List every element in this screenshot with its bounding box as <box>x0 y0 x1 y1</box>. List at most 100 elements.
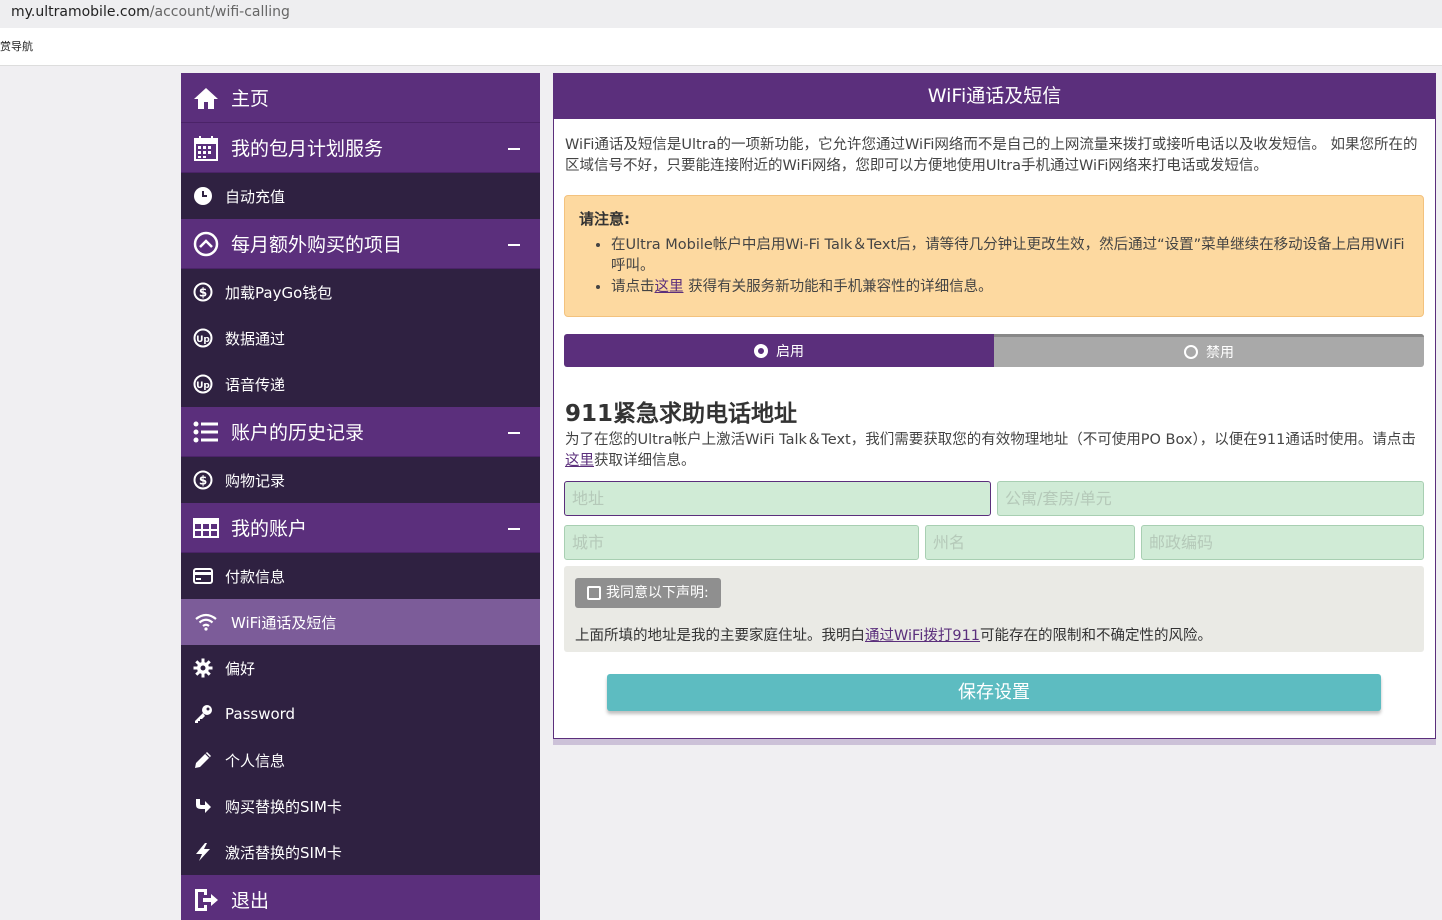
svg-text:$: $ <box>199 474 207 488</box>
up-circle-icon: Up <box>193 328 213 348</box>
sidebar-item-label: 账户的历史记录 <box>231 422 365 444</box>
desc-text: 获取详细信息。 <box>594 453 696 469</box>
notice-box: 请注意: 在Ultra Mobile帐户中启用Wi-Fi Talk＆Text后，… <box>564 195 1424 317</box>
panel-title: WiFi通话及短信 <box>554 74 1435 119</box>
collapse-icon[interactable] <box>508 243 520 246</box>
sidebar-item-buy-sim[interactable]: 购买替换的SIM卡 <box>181 783 540 829</box>
checkbox-icon <box>587 586 601 600</box>
sidebar-item-label: 购买替换的SIM卡 <box>225 797 342 816</box>
sidebar-item-label: 每月额外购买的项目 <box>231 234 403 256</box>
lightning-icon <box>193 842 213 862</box>
share-arrow-icon <box>193 796 213 816</box>
sidebar-section-account[interactable]: 我的账户 <box>181 503 540 553</box>
sidebar-item-label: 偏好 <box>225 659 256 678</box>
sidebar-item-label: 加载PayGo钱包 <box>225 283 333 302</box>
pencil-icon <box>193 750 213 770</box>
bookmarks-bar: 赏导航 <box>0 28 1442 66</box>
sidebar-item-payment[interactable]: 付款信息 <box>181 553 540 599</box>
agreement-text: 上面所填的地址是我的主要家庭住址。我明白通过WiFi拨打911可能存在的限制和不… <box>575 624 1212 645</box>
notice-title: 请注意: <box>579 210 630 228</box>
sidebar-item-purchases[interactable]: $ 购物记录 <box>181 457 540 503</box>
notice-link[interactable]: 这里 <box>655 279 684 295</box>
details-link[interactable]: 这里 <box>565 453 594 469</box>
sidebar-item-label: 我的账户 <box>231 518 308 540</box>
sidebar-item-auto-recharge[interactable]: 自动充值 <box>181 173 540 219</box>
sidebar-item-label: 激活替换的SIM卡 <box>225 843 342 862</box>
sidebar-section-plan[interactable]: 我的包月计划服务 <box>181 123 540 173</box>
collapse-icon[interactable] <box>508 431 520 434</box>
disable-option[interactable]: 禁用 <box>994 334 1424 367</box>
wifi-911-link[interactable]: 通过WiFi拨打911 <box>865 628 980 644</box>
gear-icon <box>193 658 213 678</box>
sidebar-item-label: 自动充值 <box>225 187 286 206</box>
wifi-icon <box>193 612 219 632</box>
sidebar-item-wifi[interactable]: WiFi通话及短信 <box>181 599 540 645</box>
collapse-icon[interactable] <box>508 527 520 530</box>
description-911: 为了在您的Ultra帐户上激活WiFi Talk＆Text，我们需要获取您的有效… <box>565 430 1425 472</box>
sidebar-item-label: 购物记录 <box>225 471 286 490</box>
state-input[interactable]: 州名 <box>925 525 1135 560</box>
collapse-icon[interactable] <box>508 147 520 150</box>
address-input[interactable]: 地址 <box>564 481 991 516</box>
sidebar-item-label: 语音传递 <box>225 375 286 394</box>
sidebar-section-extras[interactable]: 每月额外购买的项目 <box>181 219 540 269</box>
dollar-circle-icon: $ <box>193 282 213 302</box>
dollar-circle-icon: $ <box>193 470 213 490</box>
sidebar-item-label: 我的包月计划服务 <box>231 138 384 160</box>
enable-label: 启用 <box>776 343 804 360</box>
key-icon <box>193 704 213 724</box>
svg-text:Up: Up <box>196 335 210 345</box>
svg-text:Up: Up <box>196 381 210 391</box>
sidebar-item-preferences[interactable]: 偏好 <box>181 645 540 691</box>
sidebar-item-activate-sim[interactable]: 激活替换的SIM卡 <box>181 829 540 875</box>
sidebar-item-data-pass[interactable]: Up 数据通过 <box>181 315 540 361</box>
sidebar-item-paygo[interactable]: $ 加载PayGo钱包 <box>181 269 540 315</box>
agree-label: 我同意以下声明: <box>606 585 709 601</box>
sidebar-item-label: 数据通过 <box>225 329 286 348</box>
agree-checkbox-button[interactable]: 我同意以下声明: <box>575 578 721 608</box>
clock-icon <box>193 186 213 206</box>
wifi-toggle: 启用 禁用 <box>564 334 1424 367</box>
intro-text: WiFi通话及短信是Ultra的一项新功能，它允许您通过WiFi网络而不是自己的… <box>565 137 1418 174</box>
sidebar-item-label: 个人信息 <box>225 751 286 770</box>
chevron-up-circle-icon <box>193 231 219 257</box>
agreement-box: 我同意以下声明: 上面所填的地址是我的主要家庭住址。我明白通过WiFi拨打911… <box>564 566 1424 652</box>
apartment-input[interactable]: 公寓/套房/单元 <box>997 481 1424 516</box>
calendar-icon <box>193 135 219 161</box>
credit-card-icon <box>193 566 213 586</box>
sidebar-nav: 主页 我的包月计划服务 自动充值 每月额外购买的项目 $ 加载PayGo钱包 U… <box>181 73 540 920</box>
section-heading-911: 911紧急求助电话地址 <box>565 401 798 427</box>
wifi-calling-panel: WiFi通话及短信 WiFi通话及短信是Ultra的一项新功能，它允许您通过Wi… <box>553 73 1436 739</box>
svg-text:$: $ <box>199 286 207 300</box>
sidebar-item-label: 退出 <box>231 890 270 912</box>
sidebar-item-logout[interactable]: 退出 <box>181 875 540 920</box>
table-icon <box>193 515 219 541</box>
home-icon <box>193 85 219 111</box>
sidebar-item-personal-info[interactable]: 个人信息 <box>181 737 540 783</box>
notice-item: 在Ultra Mobile帐户中启用Wi-Fi Talk＆Text后，请等待几分… <box>611 235 1409 277</box>
disable-label: 禁用 <box>1206 345 1234 361</box>
sidebar-item-voice[interactable]: Up 语音传递 <box>181 361 540 407</box>
radio-empty-icon <box>1184 345 1198 359</box>
save-settings-button[interactable]: 保存设置 <box>607 674 1381 711</box>
notice-item: 请点击这里 获得有关服务新功能和手机兼容性的详细信息。 <box>611 277 1409 298</box>
bookmark-item[interactable]: 赏导航 <box>0 40 33 53</box>
zip-input[interactable]: 邮政编码 <box>1141 525 1424 560</box>
list-icon <box>193 419 219 445</box>
enable-option[interactable]: 启用 <box>564 334 994 367</box>
notice-text: 请点击 <box>611 279 655 295</box>
sidebar-item-label: WiFi通话及短信 <box>231 613 337 632</box>
sidebar-item-home[interactable]: 主页 <box>181 73 540 123</box>
url-path: /account/wifi-calling <box>149 4 290 20</box>
agree-text: 上面所填的地址是我的主要家庭住址。我明白 <box>575 628 865 644</box>
sidebar-section-history[interactable]: 账户的历史记录 <box>181 407 540 457</box>
desc-text: 为了在您的Ultra帐户上激活WiFi Talk＆Text，我们需要获取您的有效… <box>565 432 1416 448</box>
sidebar-item-password[interactable]: Password <box>181 691 540 737</box>
notice-text: 获得有关服务新功能和手机兼容性的详细信息。 <box>683 279 993 295</box>
address-bar[interactable]: my.ultramobile.com/account/wifi-calling <box>0 0 1442 28</box>
up-circle-icon: Up <box>193 374 213 394</box>
city-input[interactable]: 城市 <box>564 525 919 560</box>
radio-selected-icon <box>754 343 768 358</box>
logout-icon <box>193 887 219 913</box>
agree-text: 可能存在的限制和不确定性的风险。 <box>980 628 1213 644</box>
